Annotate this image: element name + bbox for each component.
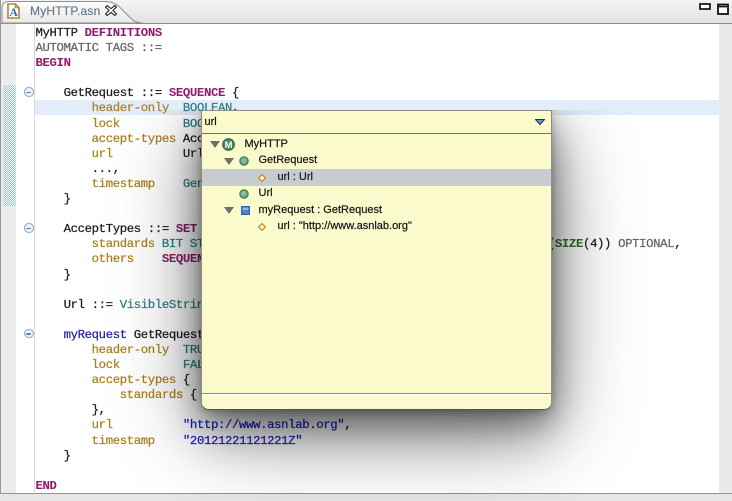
svg-text:A: A [9, 7, 18, 19]
svg-text:M: M [224, 139, 232, 149]
